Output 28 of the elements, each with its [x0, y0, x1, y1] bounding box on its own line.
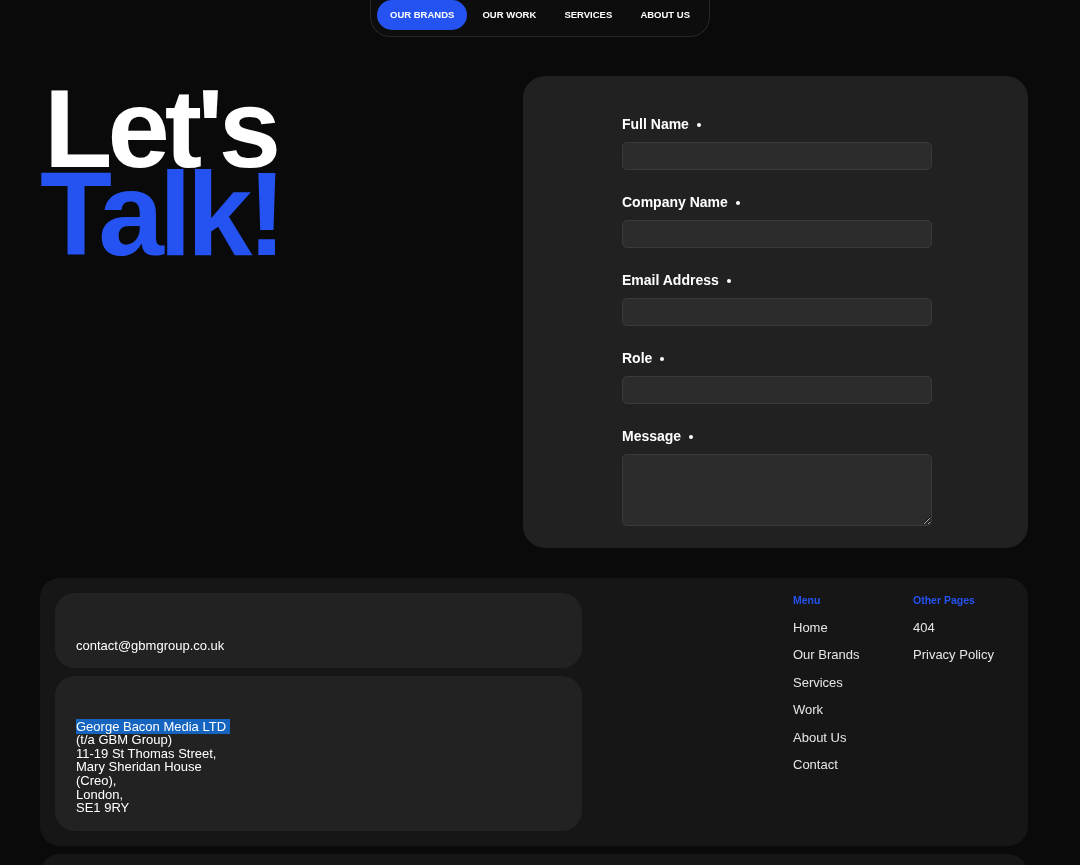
nav-tab[interactable]: OUR WORK [469, 0, 550, 31]
input-field[interactable] [622, 142, 932, 170]
address-line: (Creo), [76, 773, 117, 789]
footer-link[interactable]: About Us [793, 727, 913, 748]
input-field[interactable] [622, 220, 932, 248]
nav-tab[interactable]: SERVICES [551, 0, 626, 31]
footer-link[interactable]: 404 [913, 617, 1033, 638]
nav-tab[interactable]: ABOUT US [627, 0, 703, 31]
message-field[interactable] [622, 454, 932, 526]
footer-link[interactable]: Our Brands [793, 645, 913, 665]
column-heading: Other Pages [913, 593, 976, 608]
field-label: Company Name [622, 193, 728, 212]
email-text: contact@gbmgroup.co.uk [76, 639, 225, 653]
field-label: Role [622, 349, 653, 368]
input-field[interactable] [622, 298, 932, 326]
footer-link[interactable]: Contact [793, 755, 913, 775]
column-heading: Menu [793, 593, 822, 608]
input-field[interactable] [622, 376, 932, 404]
footer-link[interactable]: Home [793, 617, 913, 638]
footer-link[interactable]: Privacy Policy [913, 645, 1033, 665]
field-label: Email Address [622, 271, 719, 290]
footer-link[interactable]: Work [793, 700, 913, 720]
address-line: Mary Sheridan House [76, 759, 202, 775]
footer-link[interactable]: Services [793, 672, 913, 693]
field-label: Message [622, 427, 682, 446]
address-line: SE1 9RY [76, 800, 130, 816]
nav-tab[interactable]: OUR BRANDS [377, 0, 468, 31]
field-label: Full Name [622, 115, 689, 134]
